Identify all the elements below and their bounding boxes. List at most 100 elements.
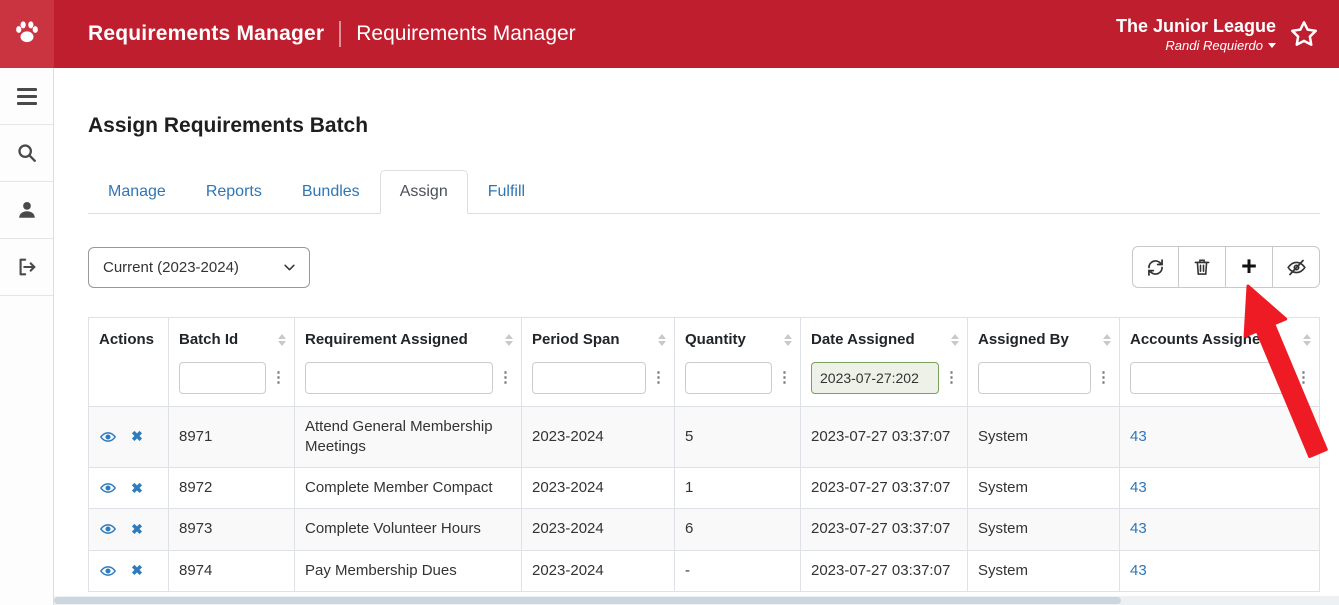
cell-quantity: 6 <box>674 508 801 551</box>
user-icon <box>16 199 38 221</box>
context-title: Requirements Manager <box>356 22 576 45</box>
assigned-by-filter-input[interactable] <box>978 361 1091 394</box>
chevron-down-icon <box>282 260 297 275</box>
kebab-menu-icon[interactable]: ⋮ <box>498 370 513 385</box>
main-content: Assign Requirements Batch Manage Reports… <box>54 68 1339 605</box>
horizontal-scrollbar <box>54 596 1339 605</box>
delete-button[interactable] <box>1179 246 1226 288</box>
toggle-visibility-button[interactable] <box>1273 246 1320 288</box>
view-eye-icon[interactable] <box>99 428 117 446</box>
column-header-quantity: Quantity ⋮ <box>674 317 801 407</box>
column-label: Requirement Assigned <box>305 331 468 348</box>
add-button[interactable]: + <box>1226 246 1273 288</box>
column-label: Assigned By <box>978 331 1069 348</box>
accounts-assigned-link[interactable]: 43 <box>1130 562 1147 579</box>
column-label: Accounts Assigned <box>1130 331 1270 348</box>
table-row: ✖ 8974 Pay Membership Dues 2023-2024 - 2… <box>88 549 1320 592</box>
view-eye-icon[interactable] <box>99 479 117 497</box>
remove-x-icon[interactable]: ✖ <box>131 561 143 580</box>
tab-assign[interactable]: Assign <box>379 170 468 214</box>
requirement-filter-input[interactable] <box>305 361 493 394</box>
column-header-actions: Actions <box>88 317 169 407</box>
column-header-period-span: Period Span ⋮ <box>521 317 675 407</box>
remove-x-icon[interactable]: ✖ <box>131 520 143 539</box>
scrollbar-thumb[interactable] <box>54 597 1121 604</box>
period-select[interactable]: Current (2023-2024) <box>88 246 310 288</box>
column-label: Actions <box>99 331 155 348</box>
cell-assigned-by: System <box>967 466 1120 510</box>
kebab-menu-icon[interactable]: ⋮ <box>944 370 959 385</box>
cell-quantity: 5 <box>674 405 801 468</box>
cell-date-assigned: 2023-07-27 03:37:07 <box>800 405 968 468</box>
app-title: Requirements Manager <box>88 22 325 45</box>
cell-period-span: 2023-2024 <box>521 405 675 468</box>
sidebar-item-logout[interactable] <box>0 239 53 296</box>
cell-quantity: 1 <box>674 466 801 510</box>
user-name-label: Randi Requierdo <box>1165 37 1263 53</box>
eye-slash-icon <box>1286 257 1307 278</box>
cell-batch-id: 8973 <box>168 508 295 551</box>
column-label: Quantity <box>685 331 746 348</box>
period-span-filter-input[interactable] <box>532 361 646 394</box>
kebab-menu-icon[interactable]: ⋮ <box>651 370 666 385</box>
org-name: The Junior League <box>1115 16 1276 37</box>
date-assigned-filter-input[interactable] <box>811 361 939 394</box>
kebab-menu-icon[interactable]: ⋮ <box>1096 370 1111 385</box>
quantity-filter-input[interactable] <box>685 361 772 394</box>
sidebar-item-search[interactable] <box>0 125 53 182</box>
batch-id-filter-input[interactable] <box>179 361 266 394</box>
plus-icon: + <box>1241 250 1257 281</box>
tab-reports[interactable]: Reports <box>186 170 282 214</box>
column-header-date-assigned: Date Assigned ⋮ <box>800 317 968 407</box>
sort-toggle-icon[interactable] <box>1103 334 1111 346</box>
kebab-menu-icon[interactable]: ⋮ <box>777 370 792 385</box>
sort-toggle-icon[interactable] <box>278 334 286 346</box>
accounts-assigned-link[interactable]: 43 <box>1130 428 1147 445</box>
sort-toggle-icon[interactable] <box>1303 334 1311 346</box>
kebab-menu-icon[interactable]: ⋮ <box>271 370 286 385</box>
table-toolbar: + <box>1132 246 1320 288</box>
search-icon <box>16 142 38 164</box>
tab-fulfill[interactable]: Fulfill <box>468 170 545 214</box>
refresh-icon <box>1145 257 1166 278</box>
sort-toggle-icon[interactable] <box>505 334 513 346</box>
brand-divider <box>339 21 342 47</box>
cell-requirement: Complete Member Compact <box>294 466 522 510</box>
accounts-assigned-link[interactable]: 43 <box>1130 520 1147 537</box>
menu-icon <box>16 87 37 105</box>
logout-icon <box>16 256 38 278</box>
cell-batch-id: 8971 <box>168 405 295 468</box>
paw-icon <box>12 17 42 52</box>
column-label: Date Assigned <box>811 331 915 348</box>
accounts-assigned-link[interactable]: 43 <box>1130 479 1147 496</box>
refresh-button[interactable] <box>1132 246 1179 288</box>
app-logo[interactable] <box>0 0 54 68</box>
column-header-accounts-assigned: Accounts Assigned ⋮ <box>1119 317 1320 407</box>
remove-x-icon[interactable]: ✖ <box>131 427 143 446</box>
favorite-star-icon[interactable] <box>1289 19 1319 49</box>
cell-period-span: 2023-2024 <box>521 549 675 592</box>
table-row: ✖ 8973 Complete Volunteer Hours 2023-202… <box>88 508 1320 551</box>
top-bar: Requirements Manager Requirements Manage… <box>0 0 1339 68</box>
accounts-assigned-filter-input[interactable] <box>1130 361 1291 394</box>
cell-quantity: - <box>674 549 801 592</box>
sidebar-item-profile[interactable] <box>0 182 53 239</box>
remove-x-icon[interactable]: ✖ <box>131 479 143 498</box>
side-rail <box>0 68 54 605</box>
cell-period-span: 2023-2024 <box>521 466 675 510</box>
tab-bundles[interactable]: Bundles <box>282 170 380 214</box>
column-header-batch-id: Batch Id ⋮ <box>168 317 295 407</box>
user-menu[interactable]: Randi Requierdo <box>1116 38 1276 53</box>
view-eye-icon[interactable] <box>99 520 117 538</box>
cell-assigned-by: System <box>967 405 1120 468</box>
kebab-menu-icon[interactable]: ⋮ <box>1296 370 1311 385</box>
sort-toggle-icon[interactable] <box>784 334 792 346</box>
sort-toggle-icon[interactable] <box>658 334 666 346</box>
tab-manage[interactable]: Manage <box>88 170 186 214</box>
column-label: Batch Id <box>179 331 239 348</box>
sort-toggle-icon[interactable] <box>951 334 959 346</box>
column-header-requirement-assigned: Requirement Assigned ⋮ <box>294 317 522 407</box>
brand: Requirements Manager Requirements Manage… <box>88 21 576 47</box>
view-eye-icon[interactable] <box>99 562 117 580</box>
sidebar-item-menu[interactable] <box>0 68 53 125</box>
